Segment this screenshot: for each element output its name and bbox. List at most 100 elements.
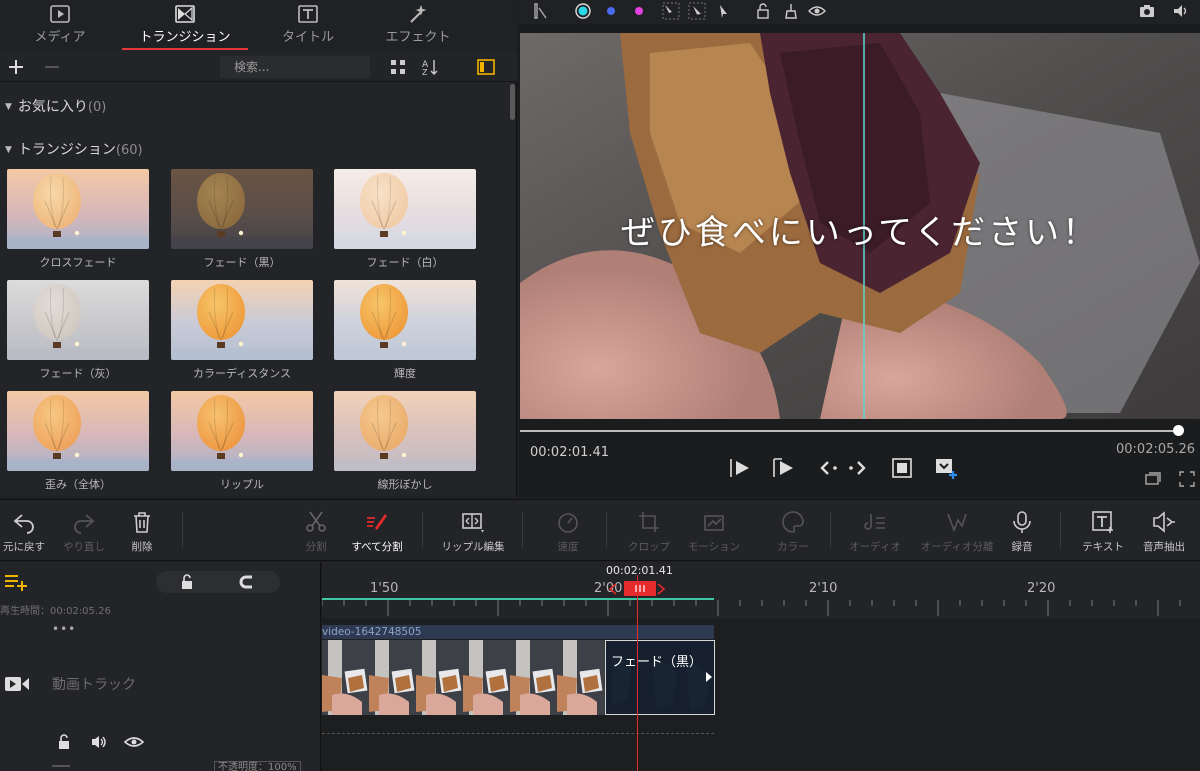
crop-button[interactable]: クロップ [622,506,676,554]
prev-frame-icon[interactable] [816,456,840,480]
audio-split-icon [947,513,967,533]
color-dot-magenta-icon[interactable] [630,2,648,20]
tab-media[interactable]: メディア [14,0,106,50]
balloon-thumbnail-image [7,169,149,249]
audio-guide-line [322,733,714,734]
tab-effect-label: エフェクト [385,30,451,45]
transition-thumb-distort[interactable] [7,391,149,471]
fullscreen-crop-icon[interactable] [890,456,914,480]
transition-thumb-ripple[interactable] [171,391,313,471]
speed-button[interactable]: 速度 [544,506,592,554]
play-icon[interactable] [772,456,796,480]
snapshot-camera-icon[interactable] [1138,2,1156,20]
select-arrow-icon[interactable] [688,2,706,20]
add-icon[interactable] [6,57,26,77]
subtitle-text[interactable]: ぜひ食べにいってください！ [520,205,1200,254]
transition-thumb-linear-blur[interactable] [334,391,476,471]
transition-label: リップル [220,478,264,491]
library-panel: メディア トランジション タイトル エフェクト AZ [0,0,517,497]
crop-icon [639,512,659,532]
library-tabs: メディア トランジション タイトル エフェクト [0,0,517,50]
audio-extract-icon [1153,511,1175,533]
undo-button[interactable]: 元に戻す [0,506,50,554]
toolbar-divider [522,512,523,548]
transition-thumb-fade-black[interactable] [171,169,313,249]
audio-extract-button[interactable]: 音声抽出 [1136,506,1192,554]
seek-handle[interactable] [1173,425,1184,436]
window-icon[interactable] [1144,470,1162,488]
text-button[interactable]: テキスト [1076,506,1130,554]
transition-thumb-color-distance[interactable] [171,280,313,360]
ruler-icon[interactable] [532,2,550,20]
next-frame-icon[interactable] [846,456,870,480]
resize-grip[interactable] [52,765,70,767]
tab-transition-label: トランジション [139,30,231,45]
duration-label: 再生時間：00:02:05.26 [0,606,111,617]
tab-transition[interactable]: トランジション [122,0,248,50]
transition-thumb-fade-gray[interactable] [7,280,149,360]
ruler-ticks [322,600,1181,616]
redo-label: やり直し [63,541,105,553]
search-input[interactable] [220,56,370,78]
tab-title[interactable]: タイトル [262,0,354,50]
brush-icon[interactable] [782,2,800,20]
motion-button[interactable]: モーション [684,506,744,554]
track-lock-icon[interactable] [56,734,72,750]
delete-button[interactable]: 削除 [118,506,166,554]
export-icon[interactable] [934,456,958,480]
transition-arrow-icon [706,672,712,682]
tab-title-label: タイトル [281,30,334,45]
ripple-edit-button[interactable]: リップル編集 [436,506,510,554]
balloon-thumbnail-image [171,169,313,249]
record-button[interactable]: 録音 [1002,506,1042,554]
transition-thumb-luminance[interactable] [334,280,476,360]
eye-icon[interactable] [808,2,826,20]
track-more-icon[interactable]: ••• [52,622,76,636]
lock-all-icon[interactable] [178,573,196,591]
speed-label: 速度 [557,541,579,553]
pointer-icon[interactable] [714,2,732,20]
select-star-icon[interactable] [662,2,680,20]
remove-icon[interactable] [42,57,62,77]
ruler-label: 2'20 [1027,581,1056,596]
color-button[interactable]: カラー [766,506,820,554]
lock-icon[interactable] [754,2,772,20]
ripple-edit-icon [462,513,484,533]
grid-view-icon[interactable] [388,57,408,77]
undo-label: 元に戻す [3,541,45,553]
split-button[interactable]: 分割 [292,506,340,554]
balloon-thumbnail-image [334,280,476,360]
category-transitions-name: トランジション [17,142,116,158]
scissors-icon [306,511,326,532]
transition-thumb-crossfade[interactable] [7,169,149,249]
track-eye-icon[interactable] [124,734,144,750]
color-dot-cyan-icon[interactable] [574,2,592,20]
video-preview-frame[interactable]: ぜひ食べにいってください！ [520,33,1200,419]
speedometer-icon [558,513,578,533]
sort-icon[interactable]: AZ [420,57,440,77]
audio-button[interactable]: オーディオ [844,506,906,554]
transition-label: カラーディスタンス [192,367,291,380]
tab-effect[interactable]: エフェクト [372,0,464,50]
category-favorites[interactable]: ▼ お気に入り(0) [5,96,106,116]
transition-thumb-fade-white[interactable] [334,169,476,249]
transition-clip[interactable]: フェード（黒） [605,640,715,715]
redo-button[interactable]: やり直し [58,506,110,554]
magnet-snap-icon[interactable] [238,573,256,591]
library-scrollbar[interactable] [510,84,515,120]
svg-text:Z: Z [422,68,428,77]
color-dot-blue-icon[interactable] [602,2,620,20]
audio-split-button[interactable]: オーディオ分離 [914,506,1000,554]
panel-toggle-icon[interactable] [476,57,496,77]
add-track-icon[interactable] [4,572,28,592]
track-volume-icon[interactable] [90,734,108,750]
volume-icon[interactable] [1172,2,1190,20]
category-transitions[interactable]: ▼ トランジション(60) [5,139,143,159]
split-all-button[interactable]: すべて分割 [344,506,410,554]
current-time: 00:02:01.41 [530,445,610,460]
seek-bar[interactable] [520,430,1180,432]
expand-icon[interactable] [1178,470,1196,488]
expand-triangle-icon: ▼ [5,102,12,112]
text-label: テキスト [1082,541,1124,553]
play-from-start-icon[interactable] [728,456,752,480]
